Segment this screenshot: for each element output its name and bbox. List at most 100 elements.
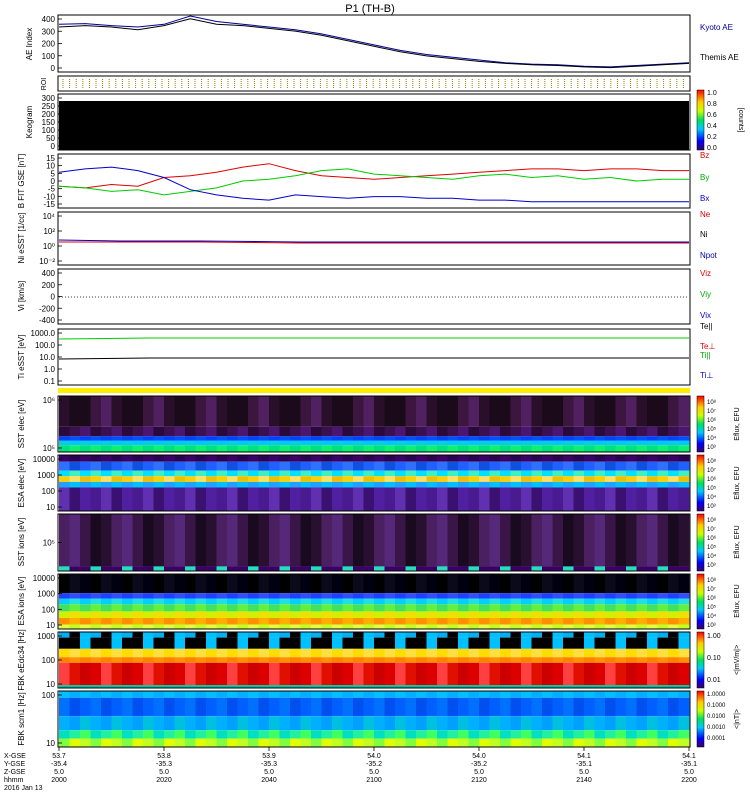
fbk-bfield-cell [626, 730, 637, 739]
keogram-colorbar-tick: 0.6 [707, 112, 717, 119]
esa-electron-cell [59, 481, 70, 488]
fbk-bfield-cell [258, 730, 270, 739]
esa-ion-cell [668, 604, 679, 612]
esa-ion-cell [279, 624, 291, 629]
esa-ion-cell [668, 618, 679, 625]
sst-electron-cell [321, 440, 333, 446]
esa-electron-cell [111, 487, 123, 511]
esa-electron-cell [59, 461, 70, 471]
sst-electron-cell [636, 426, 648, 437]
esa-electron-cell [216, 455, 228, 462]
sst-electron-cell [374, 436, 385, 441]
eflux-colorbar-tick: 10⁵ [707, 604, 717, 611]
sst-electron-cell [300, 436, 312, 441]
fbk-efield-cell [626, 648, 637, 658]
sst-electron-cell [521, 426, 532, 437]
esa-electron-cell [500, 487, 511, 511]
esa-ion-cell [132, 598, 144, 605]
fbk-bfield-cell [395, 738, 406, 747]
sst-ion-cell [678, 514, 690, 567]
fbk-efield-cell [300, 648, 312, 658]
esa-electron-cell [332, 487, 343, 511]
esa-ion-cell [384, 624, 396, 629]
x-axis-row-label: 2016 Jan 13 [4, 785, 43, 792]
esa-ion-cell [164, 618, 175, 625]
esa-electron-cell [636, 487, 648, 511]
esa-ion-cell [489, 604, 501, 612]
sst-ion-cell [405, 514, 417, 567]
esa-ion-cell [468, 598, 480, 605]
fbk-efield-cell [227, 637, 238, 649]
fbk-efield-cell [668, 632, 679, 638]
esa-ion-cell [542, 604, 553, 612]
fbk-efield-cell [647, 648, 658, 658]
fbk-efield-cell [258, 662, 270, 686]
fbk-efield-cell [111, 637, 123, 649]
sst-electron-cell [153, 445, 165, 452]
sst-electron-cell [605, 396, 616, 427]
sst-electron-cell [290, 436, 301, 441]
esa-ion-cell [237, 593, 249, 599]
fbk-efield-cell [678, 648, 690, 658]
sst-ion-cell [458, 514, 469, 567]
keogram-colorbar-ticks: 1.00.80.60.40.20.0 [707, 90, 717, 152]
sst-ion-cell [531, 566, 543, 571]
fbk-efield-cell [363, 648, 375, 658]
esa-electron-cell [668, 481, 679, 488]
sst-ion-cell [647, 514, 658, 567]
sst-electron-cell [678, 445, 690, 452]
esa-ion-cell [185, 624, 196, 629]
esa-electron-cell [489, 487, 501, 511]
fbk-bfield-cell [258, 738, 270, 747]
esa-ion-cell [269, 618, 280, 625]
fbk-bfield-cell [300, 730, 312, 739]
esa-electron-cell [573, 455, 585, 462]
fbk-bfield-cell [458, 691, 469, 698]
esa-electron-cell [164, 487, 175, 511]
sst-electron-cell [90, 440, 102, 446]
fbk-bfield-cell [353, 691, 364, 698]
sst-ion-cell [426, 514, 438, 567]
fbk-efield-cell [90, 657, 102, 663]
esa-electron-cell [678, 470, 690, 477]
sst-electron-cell [174, 436, 186, 441]
sst-ion-cell [237, 514, 249, 567]
fbk-bfield-cell [153, 730, 165, 739]
fbk-efield-cell [552, 632, 564, 638]
fbk-efield-cell [489, 648, 501, 658]
esa-ion-cell [90, 604, 102, 612]
fbk-bfield-cell [510, 716, 522, 731]
esa-electron-cell [668, 455, 679, 462]
esa-electron-cell [90, 470, 102, 477]
fbk-bfield-cell [531, 730, 543, 739]
fbk-bfield-cell [132, 697, 144, 717]
sst-electron-cell [552, 445, 564, 452]
fbk-efield-cell [563, 662, 574, 686]
esa-ion-cell [153, 618, 165, 625]
esa-electron-cell [468, 461, 480, 471]
fbk-efield-cell [164, 657, 175, 663]
fbk-efield-cell [563, 637, 574, 649]
esa-electron-cell [153, 481, 165, 488]
esa-ion-cell [542, 618, 553, 625]
fbk-efield-cell [489, 662, 501, 686]
esa-electron-cell [584, 476, 595, 482]
sst-electron-cell [594, 445, 606, 452]
esa-ion-cell [290, 593, 301, 599]
esa-ion-cell [353, 593, 364, 599]
sst-electron-cell [342, 445, 354, 452]
esa-ion-cell [678, 618, 690, 625]
esa-ion-cell [185, 598, 196, 605]
esa-electron-cell [626, 487, 637, 511]
esa-ion-cell [237, 574, 249, 594]
esa-electron-cell [248, 476, 259, 482]
esa-ion-cell [500, 611, 511, 618]
fbk-bfield-cell [573, 730, 585, 739]
esa-electron-cell [101, 455, 112, 462]
fbk-bfield-cell [227, 738, 238, 747]
fbk-efield-cell [80, 657, 91, 663]
eflux-colorbar-tick: 10³ [707, 504, 716, 510]
esa-electron-cell [468, 487, 480, 511]
fbk-efield-cell [290, 632, 301, 638]
esa-electron-cell [510, 487, 522, 511]
